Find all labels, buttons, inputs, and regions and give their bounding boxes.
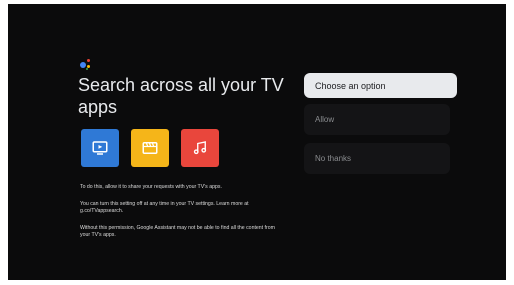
permission-warning: Without this permission, Google Assistan…	[80, 225, 275, 238]
no-thanks-button[interactable]: No thanks	[304, 143, 450, 174]
music-app-icon	[181, 129, 219, 167]
assistant-dot-blue	[80, 62, 86, 68]
allow-label: Allow	[315, 115, 335, 124]
assistant-dot-red	[87, 59, 90, 62]
permission-description: To do this, allow it to share your reque…	[80, 184, 222, 190]
options-menu: Choose an option Allow No thanks	[304, 73, 457, 174]
page-title: Search across all your TV apps	[78, 75, 284, 117]
google-assistant-icon	[80, 59, 92, 71]
assistant-permission-screen: Search across all your TV apps To do thi…	[8, 4, 506, 280]
no-thanks-label: No thanks	[315, 154, 352, 163]
allow-button[interactable]: Allow	[304, 104, 450, 135]
choose-option-header[interactable]: Choose an option	[304, 73, 457, 98]
movies-app-icon	[131, 129, 169, 167]
app-icons-row	[81, 129, 219, 167]
settings-note: You can turn this setting off at any tim…	[80, 201, 249, 214]
tv-app-icon	[81, 129, 119, 167]
assistant-dot-green	[86, 68, 88, 70]
